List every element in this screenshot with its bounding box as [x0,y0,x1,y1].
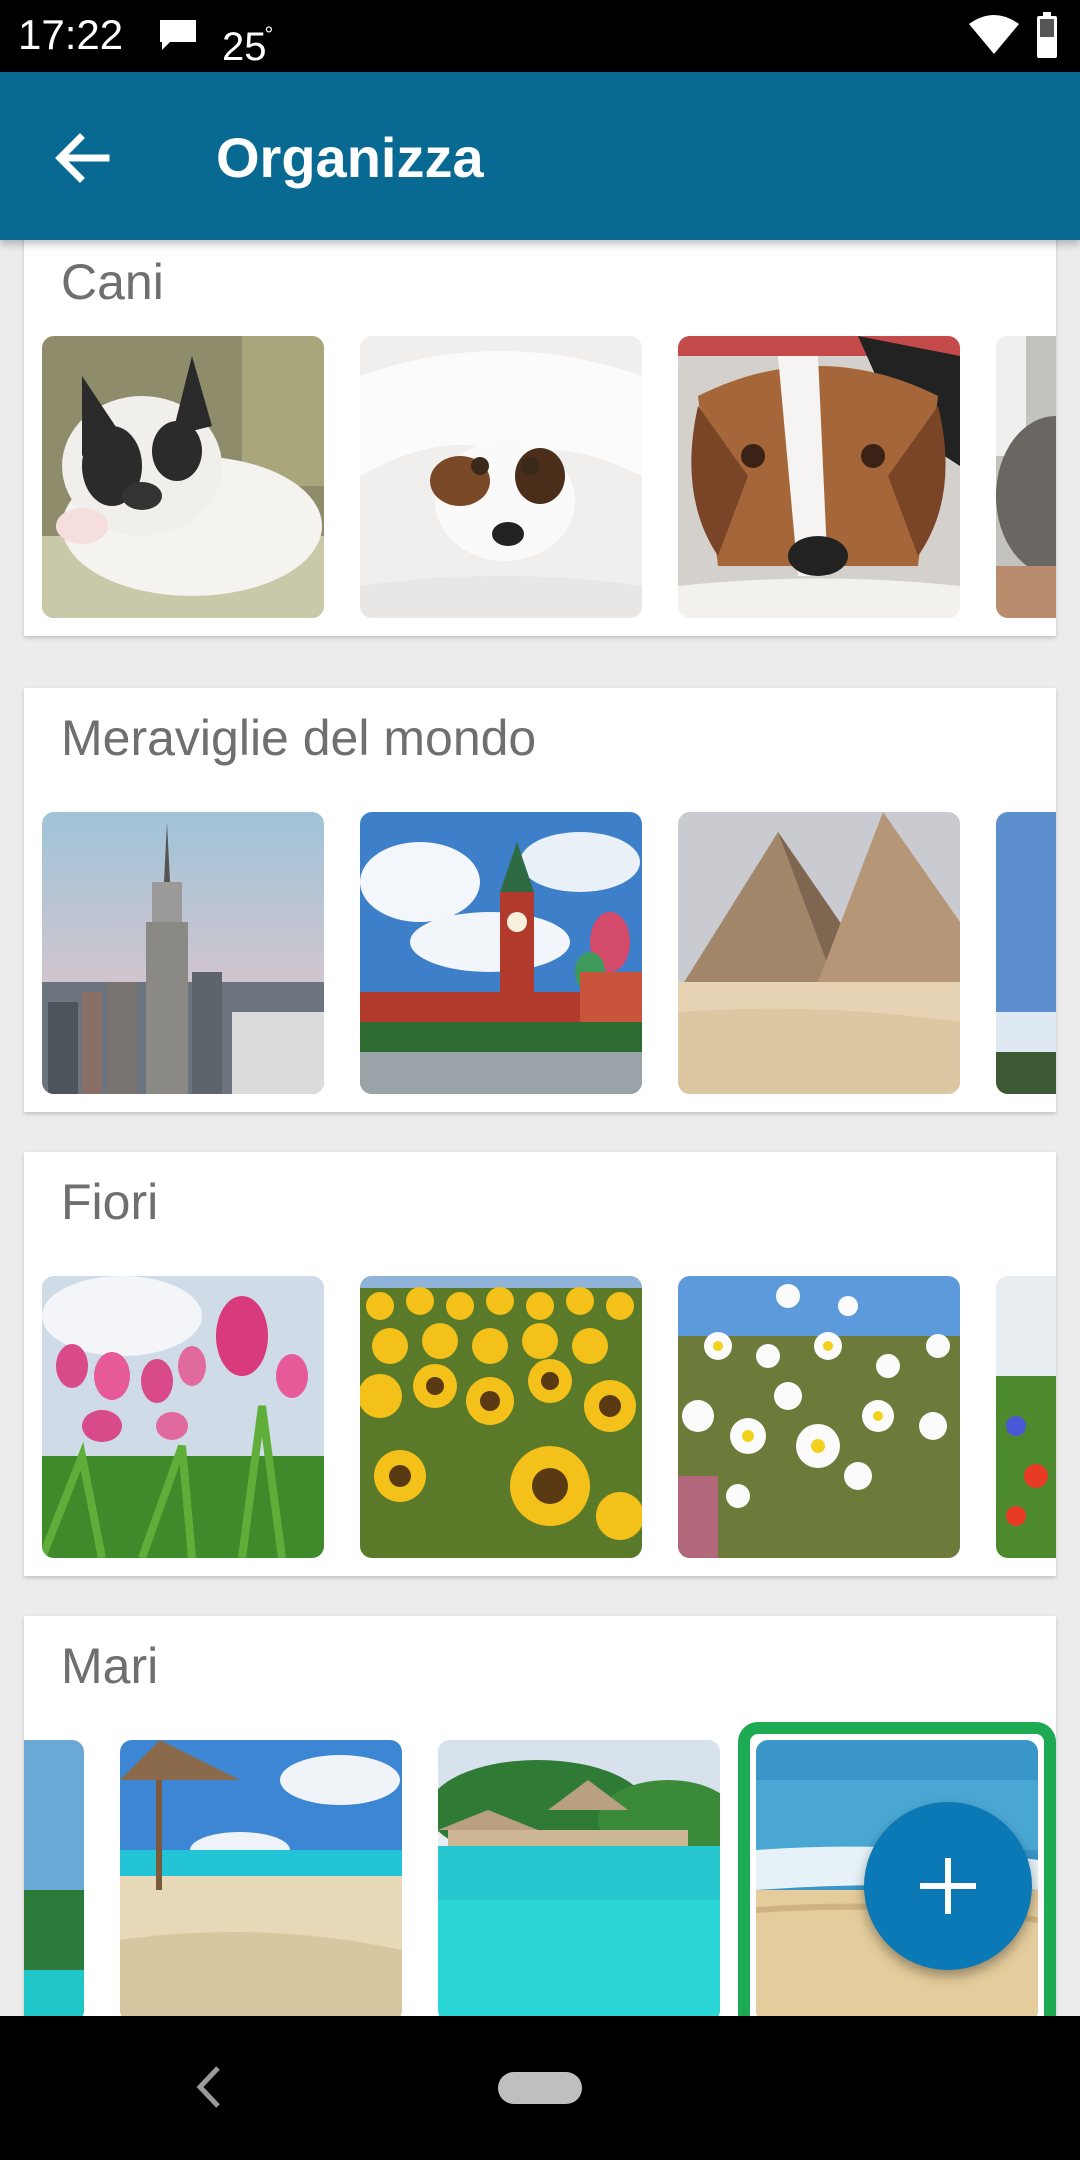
image-thumb[interactable] [360,1276,642,1558]
categories-list[interactable]: Cani Meraviglie del mondo Fiori Mari [0,240,1080,2016]
empire-state-image [42,812,324,1094]
back-arrow-icon[interactable] [46,122,118,194]
image-thumb[interactable] [42,1276,324,1558]
category-card-cani[interactable]: Cani [24,240,1056,636]
image-thumb-partial[interactable] [996,1276,1056,1558]
image-thumb[interactable] [360,336,642,618]
kremlin-image [360,812,642,1094]
wifi-icon [969,15,1019,54]
category-card-fiori[interactable]: Fiori [24,1152,1056,1576]
sky-image [996,812,1056,1094]
degree-symbol: ° [264,22,274,47]
pyramids-image [678,812,960,1094]
image-row[interactable] [24,336,1056,618]
image-thumb[interactable] [360,812,642,1094]
image-thumb[interactable] [120,1740,402,2016]
daisies-image [678,1276,960,1558]
terrier-blanket-image [360,336,642,618]
image-thumb-partial[interactable] [996,336,1056,618]
page-title: Organizza [216,126,484,189]
message-icon [160,20,196,50]
image-thumb-partial[interactable] [996,812,1056,1094]
grey-dog-image [996,336,1056,618]
french-bulldog-image [42,336,324,618]
image-row[interactable] [24,1276,1056,1558]
basset-hound-image [678,336,960,618]
status-bar: 17:22 25° [0,0,1080,72]
category-title: Fiori [61,1174,159,1230]
image-thumb[interactable] [438,1740,720,2016]
category-card-meraviglie[interactable]: Meraviglie del mondo [24,688,1056,1112]
category-title: Mari [61,1638,159,1694]
tulips-image [42,1276,324,1558]
tropical-resort-image [438,1740,720,2016]
nav-back-icon[interactable] [190,2062,226,2112]
image-thumb[interactable] [678,336,960,618]
system-nav-bar [0,2016,1080,2160]
wildflowers-image [996,1276,1056,1558]
image-thumb[interactable] [678,812,960,1094]
battery-icon [1037,12,1057,58]
temperature-value: 25 [222,25,267,69]
image-thumb[interactable] [678,1276,960,1558]
beach-partial-image [24,1740,84,2016]
nav-home-pill[interactable] [498,2072,582,2104]
add-fab-button[interactable] [864,1802,1032,1970]
image-thumb[interactable] [42,336,324,618]
sunflowers-image [360,1276,642,1558]
image-thumb-partial[interactable] [24,1740,84,2016]
image-row[interactable] [24,812,1056,1094]
status-temperature: 25° [222,10,273,72]
status-time: 17:22 [18,11,124,58]
beach-umbrella-image [120,1740,402,2016]
plus-icon [920,1858,976,1914]
category-title: Meraviglie del mondo [61,710,537,766]
app-bar: Organizza [0,72,1080,240]
category-title: Cani [61,254,164,310]
image-thumb[interactable] [42,812,324,1094]
